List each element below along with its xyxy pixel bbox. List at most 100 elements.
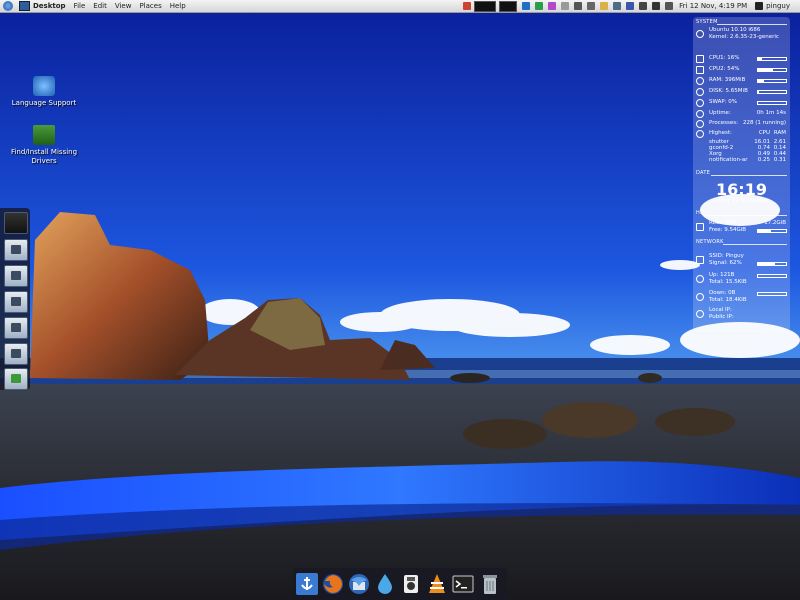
- messages-icon[interactable]: [665, 2, 674, 10]
- swap-bar: [757, 101, 787, 105]
- chat-icon[interactable]: [587, 2, 596, 10]
- battery-icon[interactable]: [639, 2, 648, 10]
- conky-date: Friday 12 November: [713, 198, 770, 204]
- public-ip-label: Public IP:: [709, 314, 734, 320]
- vlc-icon[interactable]: [426, 573, 448, 595]
- menu-places[interactable]: Places: [139, 2, 161, 10]
- desktop-icon: [19, 1, 30, 11]
- anchor-icon[interactable]: [296, 573, 318, 595]
- hard-disk-icon: [696, 223, 704, 231]
- pictures-folder-icon[interactable]: [4, 317, 28, 339]
- divider: [717, 24, 787, 25]
- proc-cpu: 0.25: [757, 157, 770, 163]
- document-icon: [11, 271, 21, 280]
- kernel-version: Kernel: 2.6.35-23-generic: [709, 34, 779, 40]
- disk-icon: [696, 88, 704, 96]
- media-player-icon[interactable]: [400, 573, 422, 595]
- top-panel: Desktop File Edit View Places Help Fri 1…: [0, 0, 800, 13]
- upload-bar: [757, 274, 787, 278]
- section-date: DATE: [696, 170, 711, 176]
- proc-ram: 0.31: [773, 157, 786, 163]
- root-size: 17.2GiB: [764, 220, 786, 226]
- local-ip-label: Local IP:: [709, 307, 732, 313]
- user-name[interactable]: pinguy: [766, 2, 790, 10]
- monitor-icon[interactable]: [4, 212, 28, 234]
- download-total: Total: 18.4KiB: [709, 297, 747, 303]
- system-tray: Fri 12 Nov, 4:19 PM pinguy: [458, 0, 800, 12]
- conky-system-monitor: SYSTEM Ubuntu 10.10 i686 Kernel: 2.6.35-…: [693, 17, 790, 332]
- clipboard-icon[interactable]: [600, 2, 609, 10]
- section-system: SYSTEM: [696, 19, 718, 25]
- ram-bar: [757, 79, 787, 83]
- record-icon[interactable]: [463, 2, 472, 10]
- app-name: Desktop: [33, 2, 66, 10]
- signal-icon: [696, 256, 704, 264]
- left-dock: [0, 208, 30, 390]
- home-icon: [11, 245, 21, 254]
- terminal-icon[interactable]: [452, 573, 474, 595]
- videos-folder-icon[interactable]: [4, 343, 28, 365]
- desktop-icon-label: Find/Install Missing: [10, 148, 78, 156]
- menu-file[interactable]: File: [74, 2, 86, 10]
- cpu-icon: [696, 66, 704, 74]
- uptime-icon: [696, 110, 704, 118]
- bluetooth-icon[interactable]: [626, 2, 635, 10]
- app-menu: Desktop File Edit View Places Help: [0, 1, 186, 11]
- section-network: NETWORK: [696, 239, 724, 245]
- dropbox-icon[interactable]: [522, 2, 531, 10]
- download-bar: [757, 292, 787, 296]
- root-bar: [757, 229, 787, 233]
- settings-icon[interactable]: [548, 2, 557, 10]
- col-cpu: CPU: [758, 130, 770, 136]
- panel-clock[interactable]: Fri 12 Nov, 4:19 PM: [679, 2, 747, 10]
- wifi-icon[interactable]: [574, 2, 583, 10]
- desktop-icon-drivers[interactable]: Find/Install Missing Drivers: [4, 125, 84, 166]
- col-ram: RAM: [773, 130, 786, 136]
- ram-icon: [696, 77, 704, 85]
- cpu2-bar: [757, 68, 787, 72]
- home-folder-icon[interactable]: [4, 239, 28, 261]
- conky-clock: 16:19: [716, 180, 767, 199]
- menu-view[interactable]: View: [115, 2, 132, 10]
- music-folder-icon[interactable]: [4, 291, 28, 313]
- cpu-graph: [474, 0, 497, 12]
- music-icon: [11, 297, 21, 306]
- desktop-icon-label: Language Support: [11, 99, 77, 107]
- divider: [711, 175, 787, 176]
- upload-icon: [696, 275, 704, 283]
- divider: [705, 215, 787, 216]
- menu-edit[interactable]: Edit: [93, 2, 107, 10]
- download-icon: [11, 374, 21, 383]
- desktop-icon-language-support[interactable]: Language Support: [4, 76, 84, 108]
- desktop-icon-label: Drivers: [31, 157, 57, 165]
- gear-icon: [696, 130, 704, 138]
- network-graph: [499, 0, 518, 12]
- downloads-folder-icon[interactable]: [4, 368, 28, 390]
- ssid-label: SSID: Pinguy: [709, 253, 744, 259]
- ubuntu-logo-icon[interactable]: [3, 1, 13, 11]
- user-icon[interactable]: [755, 2, 764, 10]
- documents-folder-icon[interactable]: [4, 265, 28, 287]
- desktop-wallpaper: [0, 0, 800, 600]
- picture-icon: [11, 323, 21, 332]
- swap-icon: [696, 99, 704, 107]
- volume-icon[interactable]: [652, 2, 661, 10]
- processes-value: 228 (1 running): [742, 120, 786, 126]
- trash-icon[interactable]: [479, 573, 501, 595]
- firefox-icon[interactable]: [322, 573, 344, 595]
- thunderbird-icon[interactable]: [348, 573, 370, 595]
- bottom-dock: [293, 568, 507, 600]
- globe-icon: [696, 310, 704, 318]
- upload-total: Total: 15.5KiB: [709, 279, 747, 285]
- cpu1-bar: [757, 57, 787, 61]
- display-icon[interactable]: [613, 2, 622, 10]
- film-icon: [11, 349, 21, 358]
- update-icon[interactable]: [535, 2, 544, 10]
- divider: [723, 244, 787, 245]
- menu-help[interactable]: Help: [170, 2, 186, 10]
- drivers-icon: [33, 125, 55, 145]
- water-drop-icon[interactable]: [374, 573, 396, 595]
- download-icon: [696, 293, 704, 301]
- mail-icon[interactable]: [561, 2, 570, 10]
- ubuntu-icon: [696, 30, 704, 38]
